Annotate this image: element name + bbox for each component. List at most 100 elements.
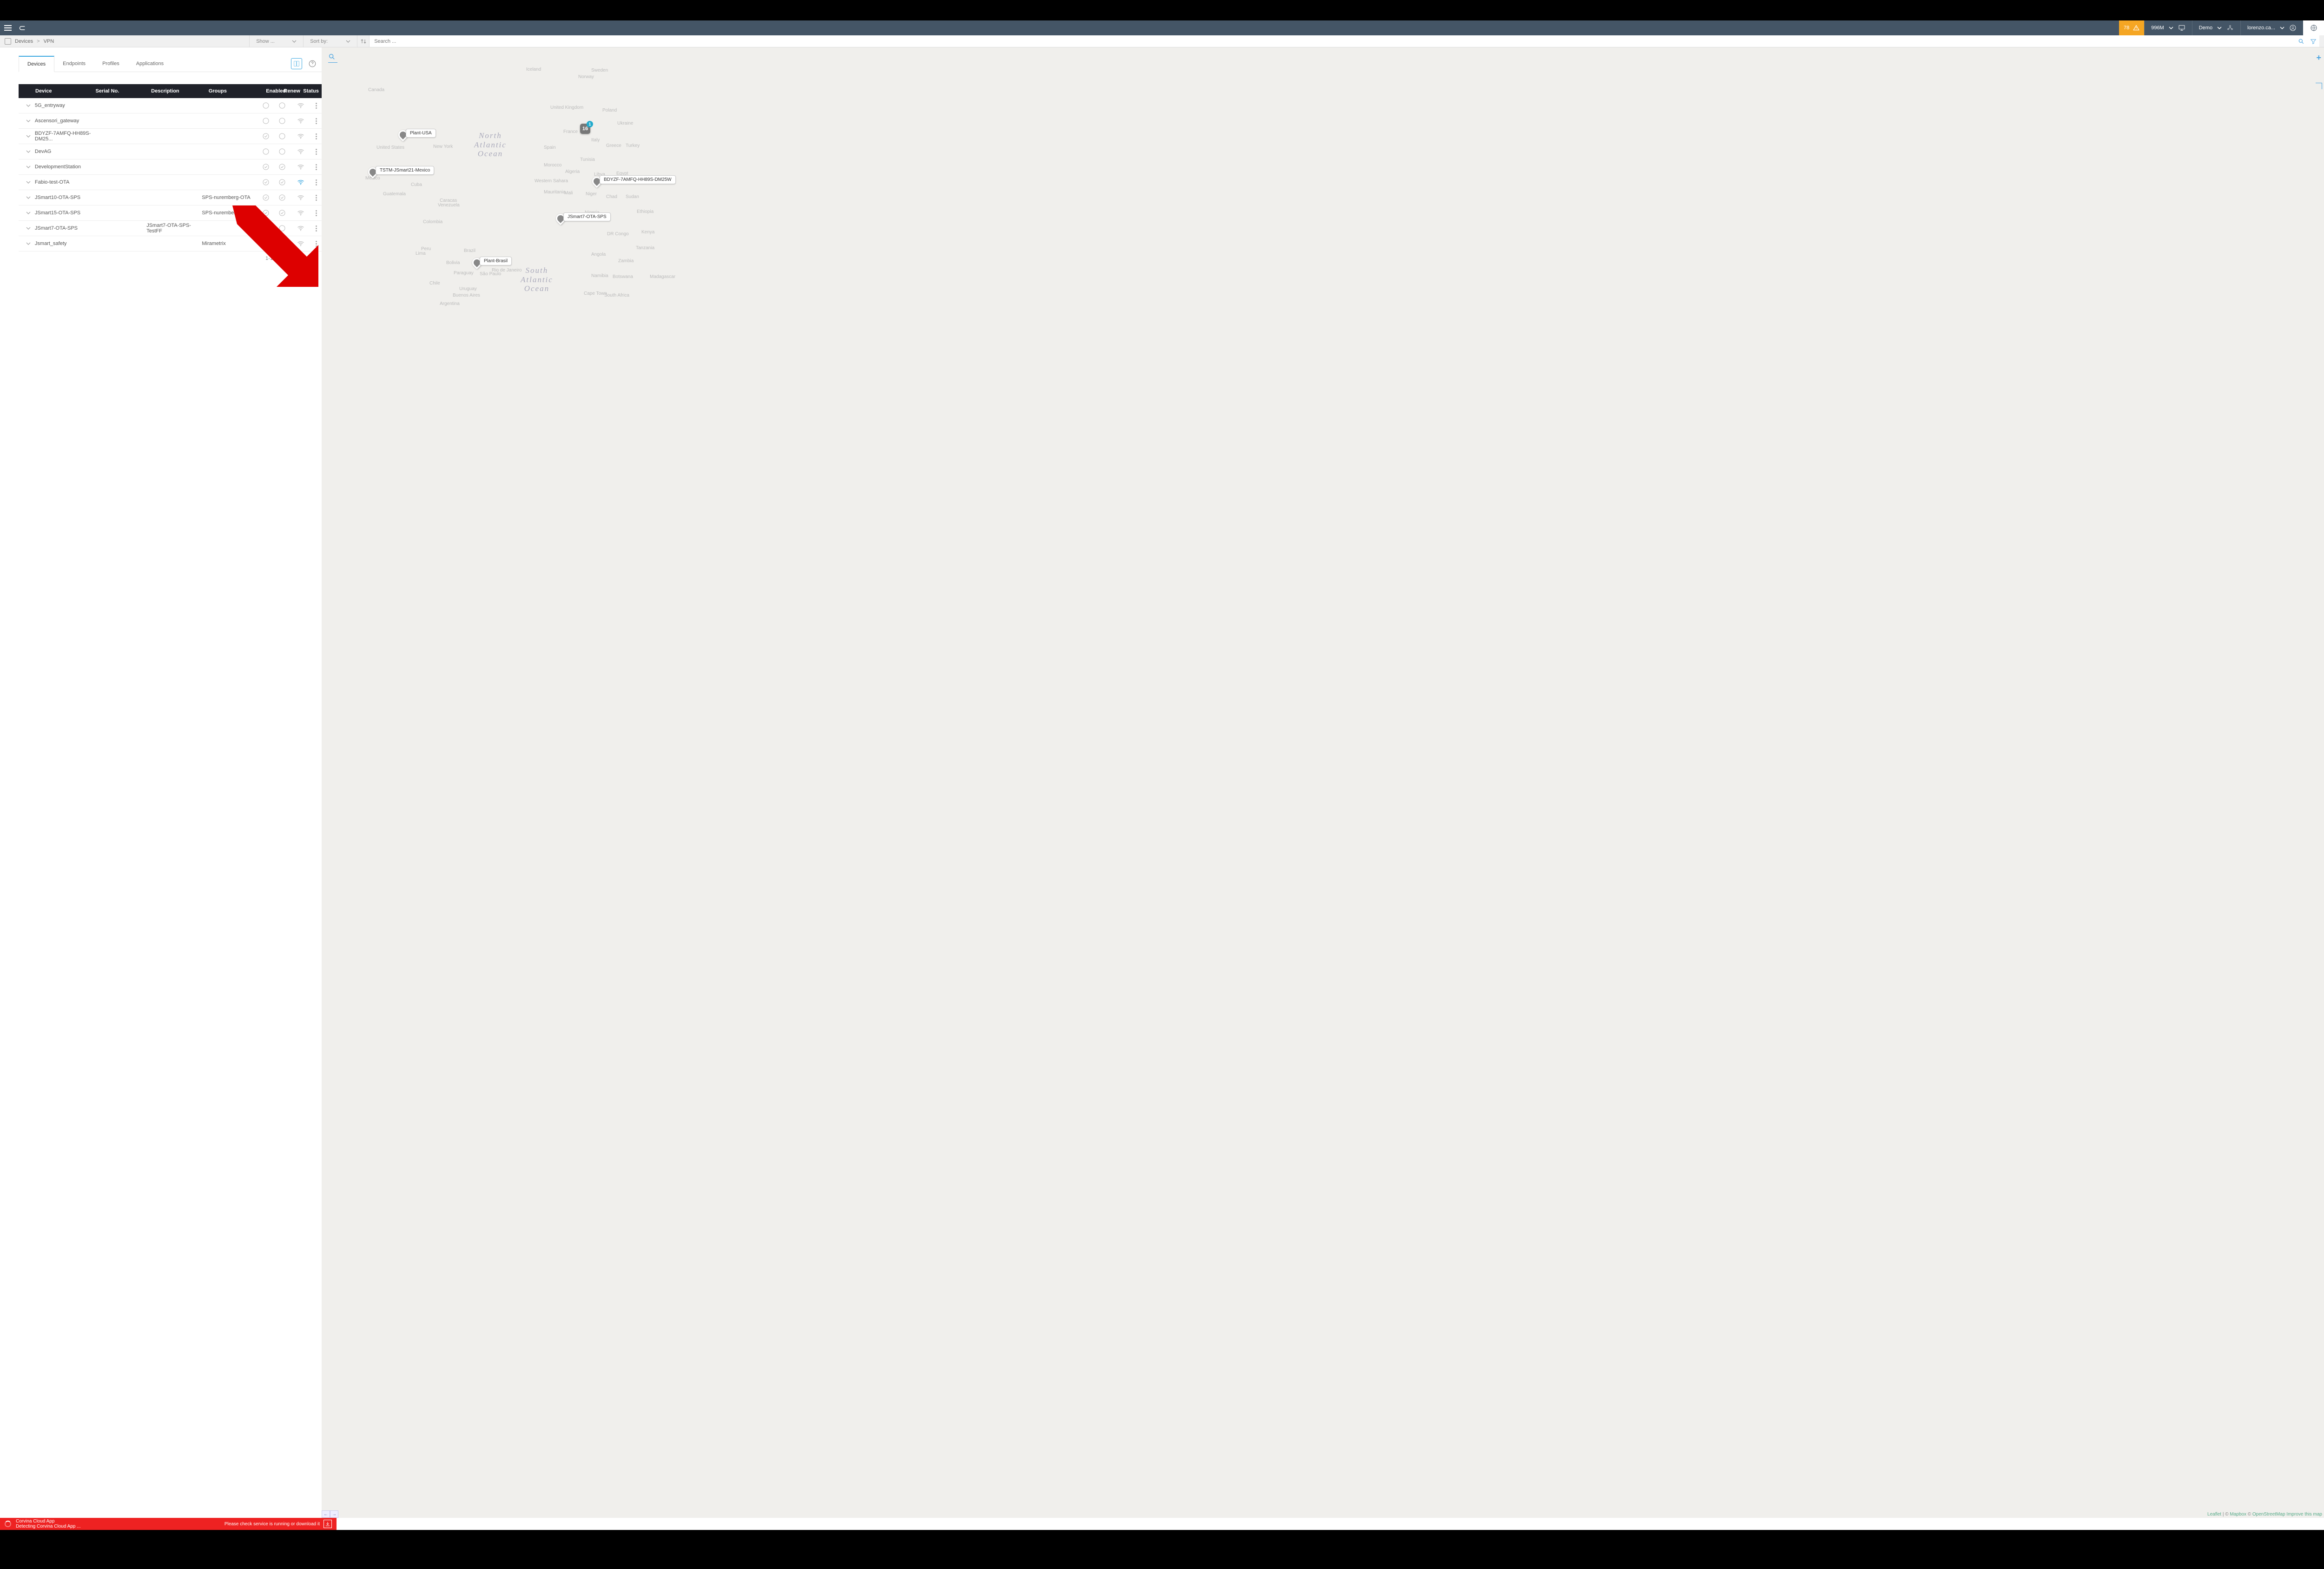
warning-icon (2133, 25, 2139, 31)
enabled-toggle[interactable] (257, 148, 275, 155)
tab-profiles[interactable]: Profiles (94, 56, 128, 71)
map-label: Western Sahara (535, 179, 568, 184)
search-button[interactable] (2295, 38, 2307, 45)
search-wrap (369, 35, 2319, 47)
expand-button[interactable] (22, 226, 35, 231)
device-name[interactable]: JSmart15-OTA-SPS (35, 210, 93, 216)
sort-direction-button[interactable] (357, 35, 369, 47)
menu-button[interactable] (0, 20, 16, 35)
map-pane[interactable]: + NorthAtlanticOcean SouthAtlanticOcean … (322, 47, 2324, 1518)
show-dropdown[interactable]: Show ... (249, 35, 303, 47)
device-name[interactable]: Ascensori_gateway (35, 118, 93, 124)
expand-button[interactable] (22, 195, 35, 200)
row-menu-button[interactable] (311, 210, 322, 216)
table-row: DevAG (19, 144, 322, 159)
renew-toggle[interactable] (274, 194, 290, 201)
renew-toggle[interactable] (274, 102, 290, 109)
renew-toggle[interactable] (274, 225, 290, 232)
alerts-badge[interactable]: 78 (2119, 20, 2144, 35)
device-name[interactable]: Fabio-test-OTA (35, 179, 93, 185)
map-label: Kenya (641, 230, 654, 235)
renew-toggle[interactable] (274, 179, 290, 186)
map-toggle-button[interactable] (291, 58, 302, 69)
enabled-toggle[interactable] (257, 225, 275, 232)
enabled-toggle[interactable] (257, 209, 275, 217)
map-search-button[interactable] (328, 53, 337, 63)
cluster-badge: 1 (587, 121, 593, 127)
map-marker[interactable]: BDYZF-7AMFQ-HH89S-DM25W (592, 177, 601, 186)
map-cluster[interactable]: 16 1 (580, 124, 590, 134)
help-button[interactable] (307, 58, 318, 69)
row-menu-button[interactable] (311, 179, 322, 185)
row-menu-button[interactable] (311, 195, 322, 201)
enabled-toggle[interactable] (257, 117, 275, 125)
tab-applications[interactable]: Applications (128, 56, 172, 71)
map-label: Greece (606, 143, 621, 148)
map-marker[interactable]: Plant-Brasil (472, 258, 482, 267)
search-input[interactable] (370, 35, 2295, 47)
enabled-toggle[interactable] (257, 194, 275, 201)
renew-toggle[interactable] (274, 240, 290, 247)
expand-button[interactable] (22, 180, 35, 185)
prev-page-button[interactable]: ‹ (299, 255, 301, 262)
filter-button[interactable] (2307, 38, 2319, 45)
row-menu-button[interactable] (311, 241, 322, 247)
enabled-toggle[interactable] (257, 179, 275, 186)
map-label: Madagascar (650, 274, 675, 279)
breadcrumb-root[interactable]: Devices (15, 39, 33, 44)
next-page-button[interactable]: › (311, 255, 313, 262)
download-button[interactable] (324, 1520, 332, 1528)
help-icon (308, 60, 317, 68)
enabled-toggle[interactable] (257, 102, 275, 109)
device-name[interactable]: Jsmart_safety (35, 241, 93, 246)
map-add-button[interactable]: + (2316, 53, 2321, 63)
device-name[interactable]: BDYZF-7AMFQ-HH89S-DM25... (35, 131, 93, 142)
device-name[interactable]: 5G_entryway (35, 103, 93, 108)
expand-button[interactable] (22, 149, 35, 154)
expand-button[interactable] (22, 211, 35, 215)
enabled-toggle[interactable] (257, 163, 275, 171)
device-name[interactable]: DevelopmentStation (35, 164, 93, 170)
device-name[interactable]: DevAG (35, 149, 93, 154)
renew-toggle[interactable] (274, 148, 290, 155)
collapse-left-button[interactable]: ← (322, 1510, 330, 1518)
map-label: DR Congo (607, 232, 629, 237)
memory-segment[interactable]: 996M (2144, 20, 2192, 35)
row-menu-button[interactable] (311, 225, 322, 232)
enabled-toggle[interactable] (257, 240, 275, 247)
sort-dropdown[interactable]: Sort by: (303, 35, 357, 47)
map-label: Namibia (591, 273, 608, 278)
org-segment[interactable]: Demo (2192, 20, 2240, 35)
enabled-toggle[interactable] (257, 132, 275, 140)
map-expand-button[interactable] (2316, 83, 2322, 89)
row-menu-button[interactable] (311, 164, 322, 170)
tab-devices[interactable]: Devices (19, 56, 54, 72)
map-marker[interactable]: TSTM-JSmart21-Mexico (368, 167, 377, 177)
tab-endpoints[interactable]: Endpoints (54, 56, 94, 71)
expand-button[interactable] (22, 103, 35, 108)
user-segment[interactable]: lorenzo.ca... (2240, 20, 2303, 35)
map-label: Tunisia (580, 157, 595, 162)
row-menu-button[interactable] (311, 133, 322, 139)
expand-button[interactable] (22, 241, 35, 246)
expand-button[interactable] (22, 165, 35, 169)
map-marker[interactable]: JSmart7-OTA-SPS (556, 214, 565, 223)
device-name[interactable]: JSmart10-OTA-SPS (35, 195, 93, 200)
collapse-right-button[interactable]: → (330, 1510, 338, 1518)
map-marker[interactable]: Plant-USA (398, 130, 408, 139)
sort-icon (361, 39, 366, 44)
device-name[interactable]: JSmart7-OTA-SPS (35, 225, 93, 231)
grid-icon[interactable] (5, 38, 11, 45)
globe-button[interactable] (2303, 20, 2324, 35)
renew-toggle[interactable] (274, 209, 290, 217)
chevron-down-icon (346, 39, 350, 44)
row-menu-button[interactable] (311, 103, 322, 109)
expand-button[interactable] (22, 134, 35, 139)
renew-toggle[interactable] (274, 163, 290, 171)
renew-toggle[interactable] (274, 132, 290, 140)
map-label: Cape Town (584, 291, 607, 296)
expand-button[interactable] (22, 119, 35, 123)
row-menu-button[interactable] (311, 118, 322, 124)
row-menu-button[interactable] (311, 149, 322, 155)
renew-toggle[interactable] (274, 117, 290, 125)
